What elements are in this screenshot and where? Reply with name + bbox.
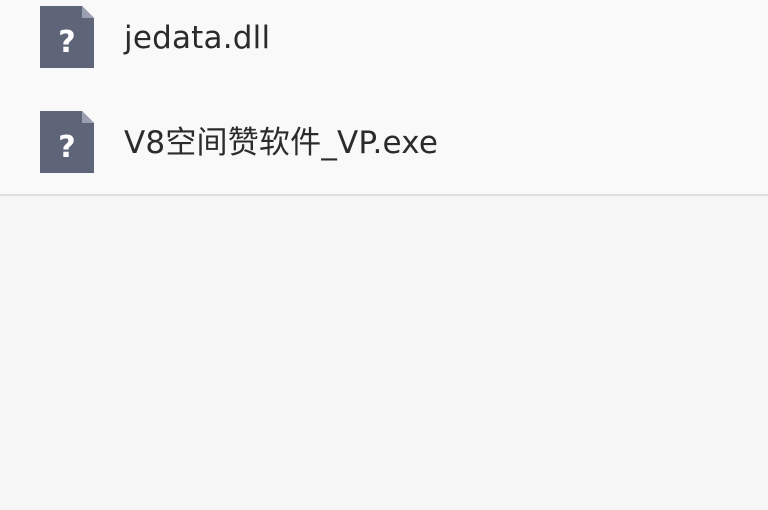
- file-name: V8空间赞软件_VP.exe: [124, 125, 439, 161]
- file-row-jedata-dll[interactable]: ? jedata.dll: [0, 0, 768, 88]
- unknown-file-icon: ?: [38, 109, 96, 175]
- svg-text:?: ?: [58, 25, 75, 60]
- file-row-v8-exe[interactable]: ? V8空间赞软件_VP.exe: [0, 97, 768, 193]
- file-list: ? jedata.dll ? V8空间赞软件_VP.exe: [0, 0, 768, 196]
- file-name: jedata.dll: [124, 20, 271, 56]
- empty-area: [0, 196, 768, 510]
- unknown-file-icon: ?: [38, 4, 96, 70]
- svg-text:?: ?: [58, 130, 75, 165]
